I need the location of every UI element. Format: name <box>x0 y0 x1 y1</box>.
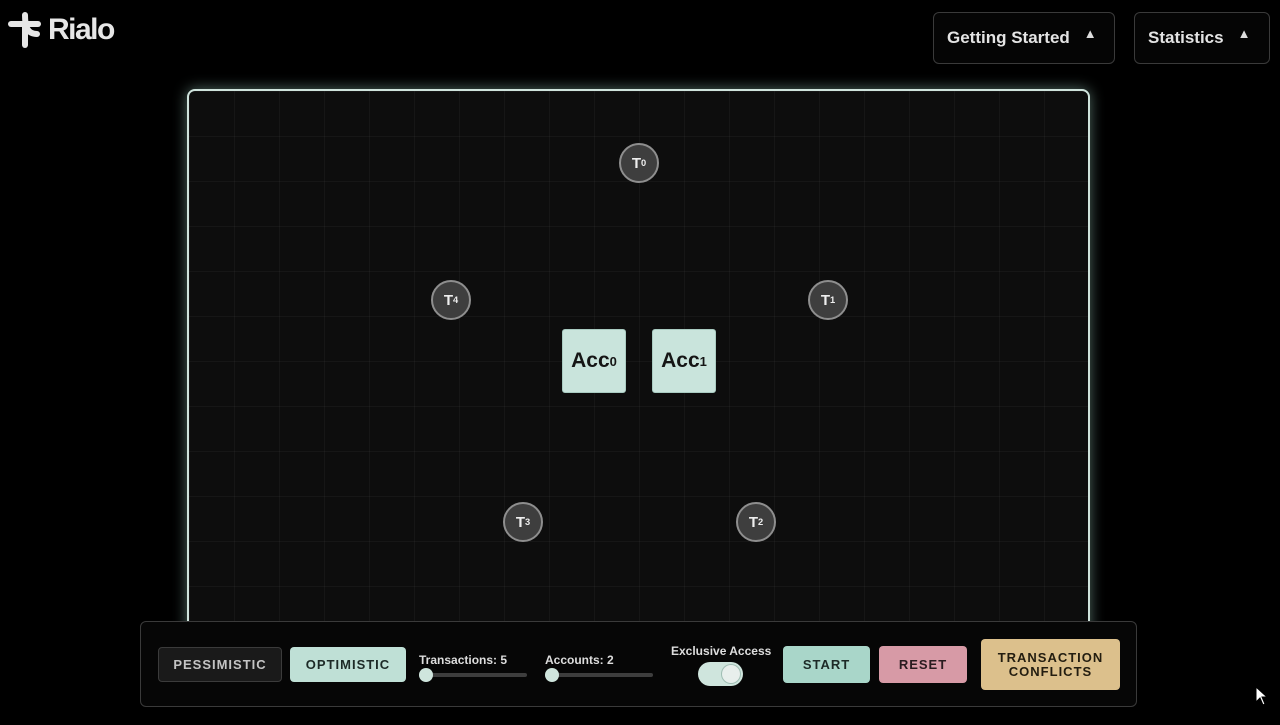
accounts-slider-thumb[interactable] <box>545 668 559 682</box>
account-index: 0 <box>609 353 617 369</box>
transaction-index: 0 <box>641 158 647 168</box>
statistics-menu[interactable]: Statistics ▲ <box>1134 12 1270 64</box>
transactions-slider[interactable] <box>419 668 527 682</box>
account-index: 1 <box>699 353 707 369</box>
transaction-conflicts-button[interactable]: TRANSACTION CONFLICTS <box>981 639 1120 690</box>
mouse-cursor-icon <box>1255 686 1269 706</box>
pessimistic-mode-button[interactable]: PESSIMISTIC <box>158 647 282 682</box>
optimistic-mode-button[interactable]: OPTIMISTIC <box>290 647 406 682</box>
account-name: Acc <box>661 349 700 372</box>
transaction-index: 4 <box>453 295 459 305</box>
transaction-node-t4[interactable]: T4 <box>431 280 471 320</box>
control-panel: PESSIMISTIC OPTIMISTIC Transactions: 5 A… <box>140 621 1137 707</box>
transaction-conflicts-label-line2: CONFLICTS <box>1008 663 1093 679</box>
transactions-slider-label: Transactions: 5 <box>419 653 508 667</box>
transaction-node-t0[interactable]: T0 <box>619 143 659 183</box>
transaction-letter: T <box>515 513 525 531</box>
transaction-letter: T <box>443 291 453 309</box>
exclusive-access-toggle-knob <box>722 665 740 683</box>
transaction-node-t2[interactable]: T2 <box>736 502 776 542</box>
getting-started-label: Getting Started <box>947 28 1070 47</box>
transaction-index: 2 <box>758 517 764 527</box>
transactions-slider-thumb[interactable] <box>419 668 433 682</box>
rialo-logo-icon <box>8 12 41 48</box>
account-node-acc1[interactable]: Acc 1 <box>652 329 716 393</box>
rialo-logo[interactable]: Rialo <box>8 12 115 48</box>
transaction-conflicts-label-line1: TRANSACTION <box>997 649 1104 665</box>
account-node-acc0[interactable]: Acc 0 <box>562 329 626 393</box>
simulation-canvas: T0 T1 T2 T3 T4 Acc 0 Acc 1 <box>187 89 1090 649</box>
transaction-letter: T <box>631 154 641 172</box>
transaction-letter: T <box>820 291 830 309</box>
caret-up-icon: ▲ <box>1083 25 1097 41</box>
accounts-slider-label: Accounts: 2 <box>545 653 614 667</box>
account-name: Acc <box>571 349 610 372</box>
statistics-label: Statistics <box>1148 28 1224 47</box>
reset-button[interactable]: RESET <box>879 646 967 683</box>
transaction-index: 3 <box>525 517 531 527</box>
exclusive-access-label: Exclusive Access <box>671 644 772 658</box>
transaction-node-t1[interactable]: T1 <box>808 280 848 320</box>
brand-name: Rialo <box>48 13 115 46</box>
accounts-slider[interactable] <box>545 668 653 682</box>
caret-up-icon: ▲ <box>1237 25 1251 41</box>
getting-started-menu[interactable]: Getting Started ▲ <box>933 12 1115 64</box>
exclusive-access-toggle[interactable] <box>698 662 743 686</box>
start-button[interactable]: START <box>783 646 870 683</box>
transaction-letter: T <box>748 513 758 531</box>
transaction-node-t3[interactable]: T3 <box>503 502 543 542</box>
transaction-index: 1 <box>830 295 836 305</box>
